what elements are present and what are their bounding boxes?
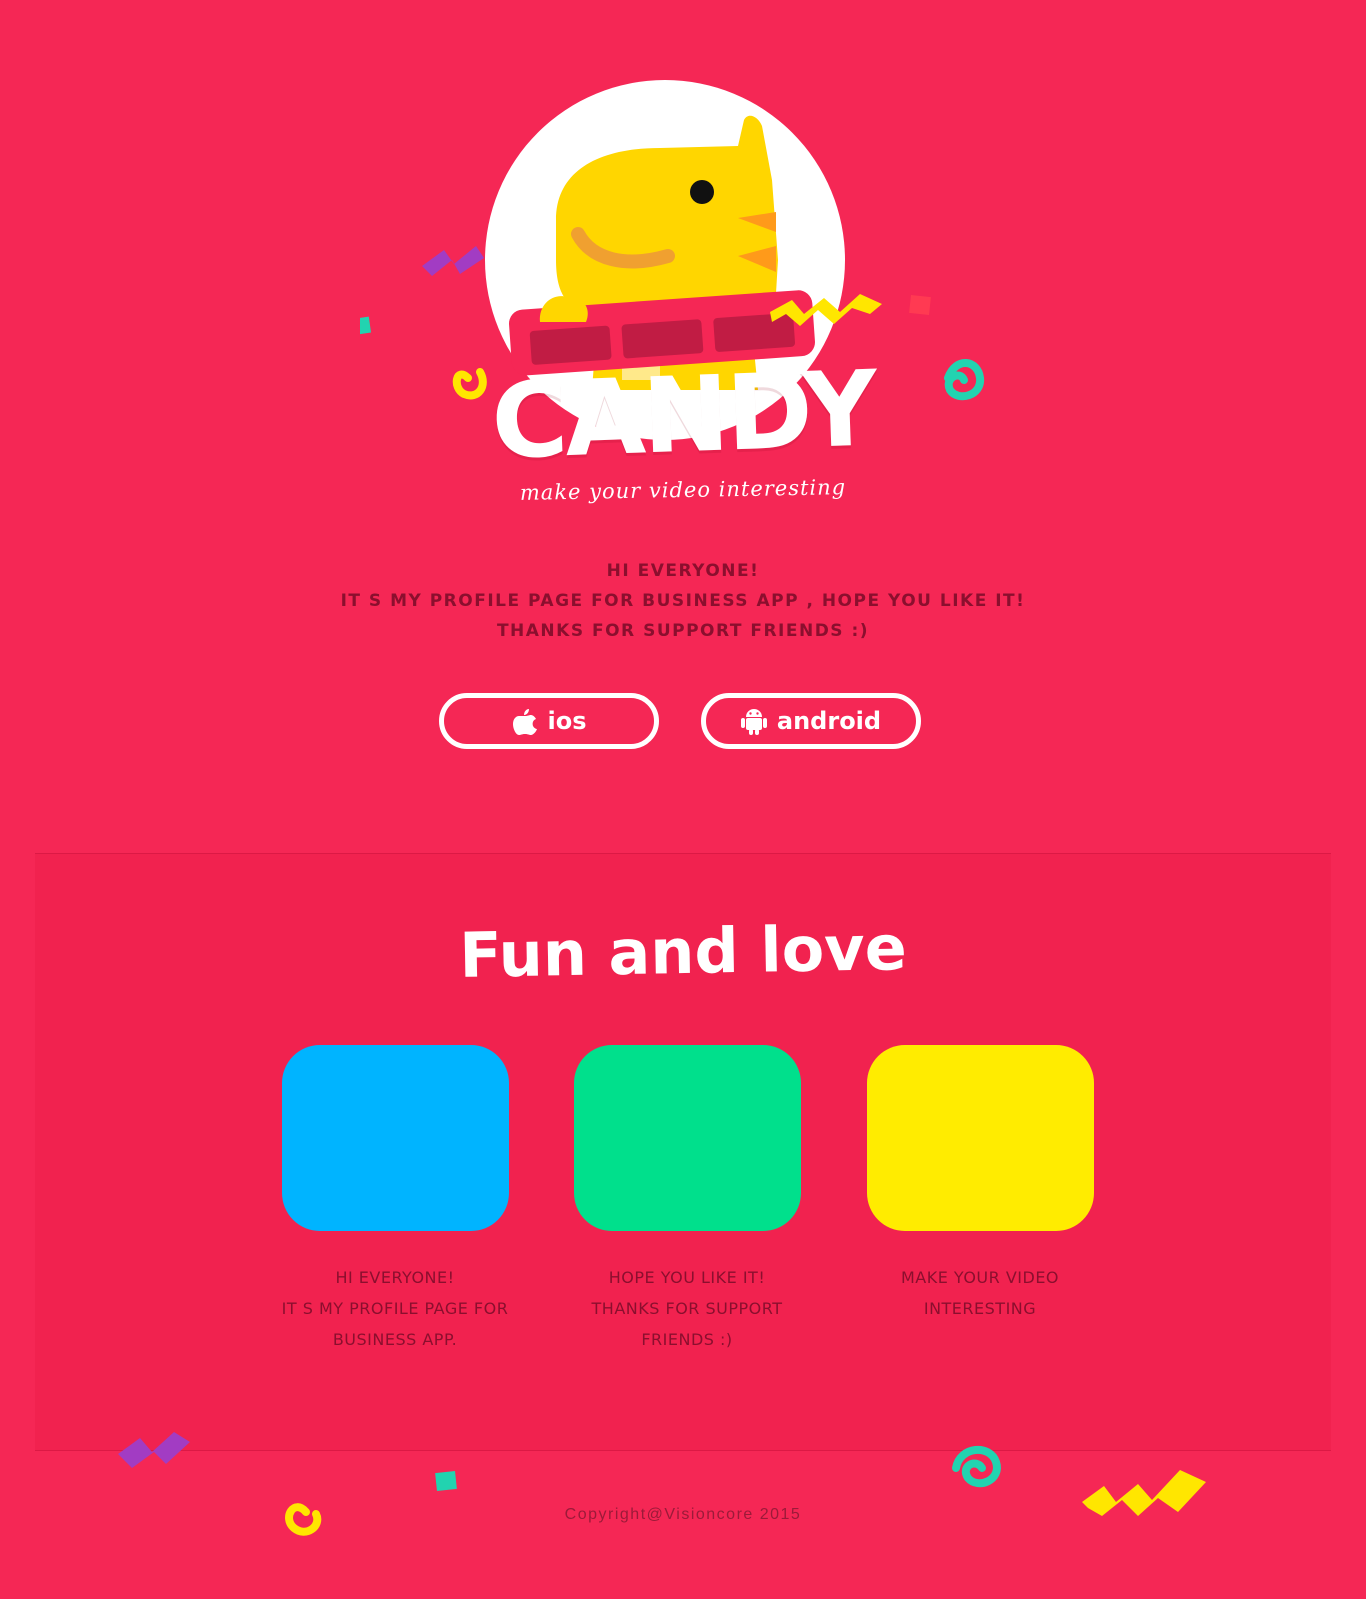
android-download-button[interactable]: android <box>701 693 921 749</box>
mascot-eye <box>690 180 714 204</box>
confetti-zigzag-purple <box>422 246 484 276</box>
android-button-label: android <box>776 707 882 735</box>
confetti-square-teal <box>360 316 372 336</box>
feature-tile-blue <box>282 1045 509 1231</box>
apple-icon <box>512 707 538 735</box>
caption-line: INTERESTING <box>923 1299 1037 1318</box>
feature-caption: HOPE YOU LIKE IT! THANKS FOR SUPPORT FRI… <box>557 1262 817 1355</box>
feature-caption: MAKE YOUR VIDEO INTERESTING <box>850 1262 1110 1324</box>
ios-button-label: ios <box>547 707 587 735</box>
intro-line: HI EVERYONE! <box>606 561 760 581</box>
caption-line: FRIENDS :) <box>641 1330 733 1349</box>
feature-tile-green <box>574 1045 801 1231</box>
feature-section: Fun and love HI EVERYONE! IT S MY PROFIL… <box>35 853 1331 1451</box>
caption-line: HOPE YOU LIKE IT! <box>608 1268 766 1287</box>
hero-section: CANDY make your video interesting HI EVE… <box>0 0 1366 850</box>
confetti-swirl-teal <box>952 1445 1001 1488</box>
caption-line: BUSINESS APP. <box>332 1330 458 1349</box>
section-title: Fun and love <box>458 911 908 992</box>
caption-line: IT S MY PROFILE PAGE FOR <box>281 1299 509 1318</box>
caption-line: THANKS FOR SUPPORT <box>591 1299 783 1318</box>
feature-caption: HI EVERYONE! IT S MY PROFILE PAGE FOR BU… <box>265 1262 525 1355</box>
intro-text: HI EVERYONE! IT S MY PROFILE PAGE FOR BU… <box>0 556 1366 646</box>
caption-line: MAKE YOUR VIDEO <box>900 1268 1060 1287</box>
android-icon <box>740 707 767 735</box>
ios-download-button[interactable]: ios <box>439 693 659 749</box>
confetti-square-teal <box>435 1471 457 1491</box>
footer-copyright: Copyright@Visioncore 2015 <box>564 1506 802 1523</box>
intro-line: THANKS FOR SUPPORT FRIENDS :) <box>496 621 870 641</box>
caption-line: HI EVERYONE! <box>335 1268 455 1287</box>
feature-tile-yellow <box>867 1045 1094 1231</box>
intro-line: IT S MY PROFILE PAGE FOR BUSINESS APP , … <box>340 591 1026 611</box>
confetti-square-red <box>909 295 931 315</box>
